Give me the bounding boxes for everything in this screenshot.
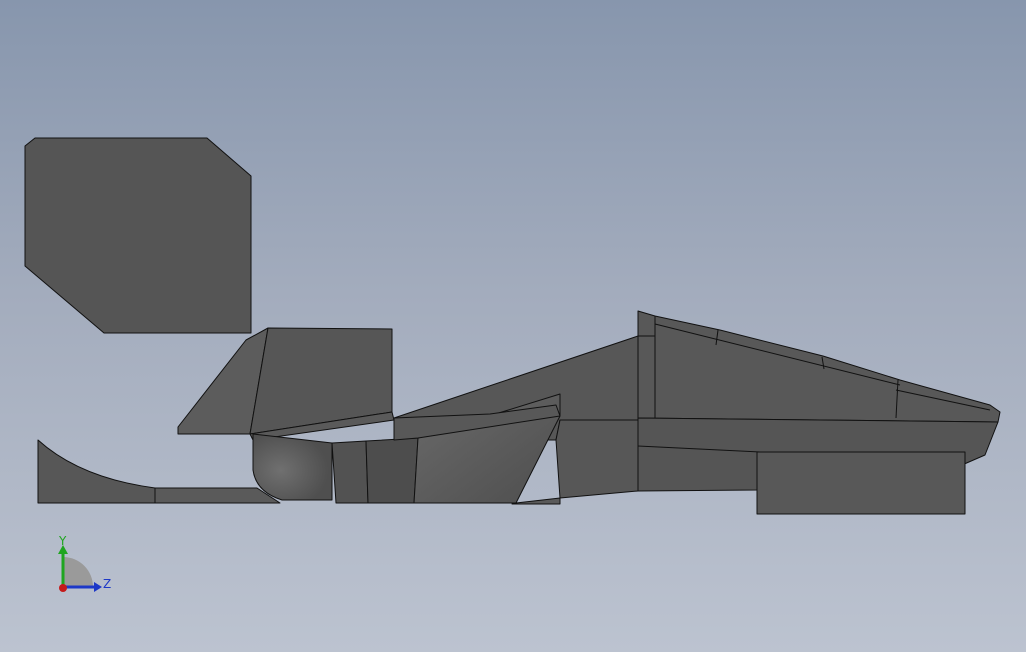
z-axis-arrow [94,582,102,592]
model-assembly[interactable] [24,137,1001,515]
triad-quadrant [63,557,93,587]
lower-body[interactable] [555,419,639,499]
cockpit-block-mid[interactable] [365,437,419,504]
z-axis-label: Z [103,577,111,591]
y-axis-label: Y [58,534,67,548]
graphics-viewport[interactable]: Y Z [0,0,1026,652]
floor-strip[interactable] [511,497,561,505]
cockpit-block-left[interactable] [331,440,369,504]
x-axis-dot [59,584,67,592]
nose-cone-upper[interactable] [637,310,1001,423]
sidepod-bulge[interactable] [252,433,333,501]
rear-wing-plate[interactable] [24,137,252,334]
model-view[interactable]: Y Z [0,0,1026,652]
front-wing-box[interactable] [756,451,966,515]
front-fin-strip[interactable] [154,487,281,504]
front-fin[interactable] [37,439,156,504]
reference-triad: Y Z [58,534,111,592]
